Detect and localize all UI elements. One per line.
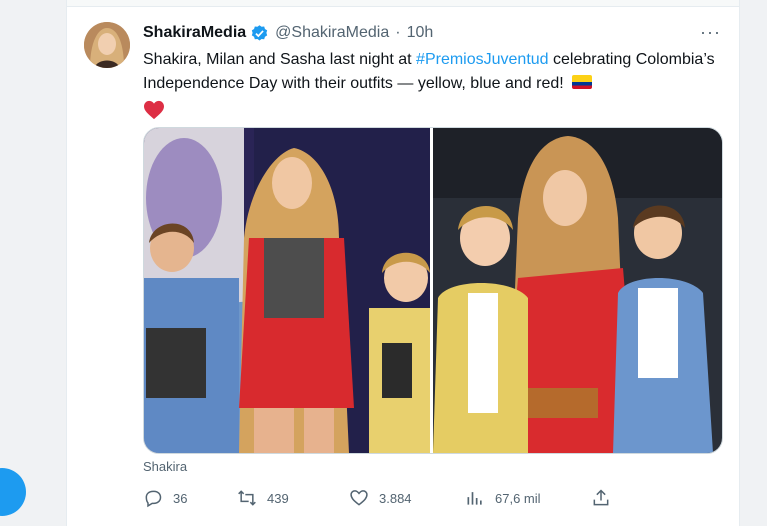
heart-outline-icon: [350, 490, 368, 506]
views-button[interactable]: 67,6 mil: [465, 488, 541, 508]
views-chart-icon: [467, 492, 482, 505]
retweet-icon: [238, 490, 256, 506]
tweet-card: ShakiraMedia @ShakiraMedia · 10h ··· Sha…: [66, 0, 740, 526]
views-count: 67,6 mil: [495, 490, 541, 506]
retweet-button[interactable]: 439: [237, 488, 289, 508]
flag-colombia-icon: [572, 75, 593, 89]
tweet-text: Shakira, Milan and Sasha last night at #…: [143, 48, 723, 120]
avatar[interactable]: [84, 22, 130, 68]
retweet-count: 439: [267, 490, 289, 506]
share-icon: [593, 489, 609, 506]
like-button[interactable]: 3.884: [349, 488, 412, 508]
display-name[interactable]: ShakiraMedia: [143, 24, 246, 42]
tweet-header: ShakiraMedia @ShakiraMedia · 10h: [143, 22, 433, 44]
photo-right[interactable]: [433, 128, 722, 453]
user-handle[interactable]: @ShakiraMedia: [275, 24, 389, 42]
action-bar: 36 439 3.884 67,6 mil: [143, 488, 623, 512]
hashtag-link[interactable]: #PremiosJuventud: [416, 51, 549, 68]
timestamp[interactable]: 10h: [407, 24, 434, 42]
compose-fab-button[interactable]: [0, 468, 26, 516]
tweet-media[interactable]: [143, 127, 723, 454]
tweet-text-part-1: Shakira, Milan and Sasha last night at: [143, 51, 417, 68]
photo-left[interactable]: [144, 128, 430, 453]
reply-icon: [145, 490, 162, 508]
reply-button[interactable]: 36: [143, 488, 187, 508]
like-count: 3.884: [379, 490, 412, 506]
share-button[interactable]: [591, 488, 621, 508]
more-options-icon[interactable]: ···: [700, 22, 721, 43]
top-divider: [67, 0, 739, 7]
media-source-label[interactable]: Shakira: [143, 459, 187, 474]
verified-badge-icon: [251, 24, 268, 41]
separator-dot: ·: [395, 24, 401, 41]
red-heart-icon: [144, 100, 164, 120]
reply-count: 36: [173, 490, 188, 506]
